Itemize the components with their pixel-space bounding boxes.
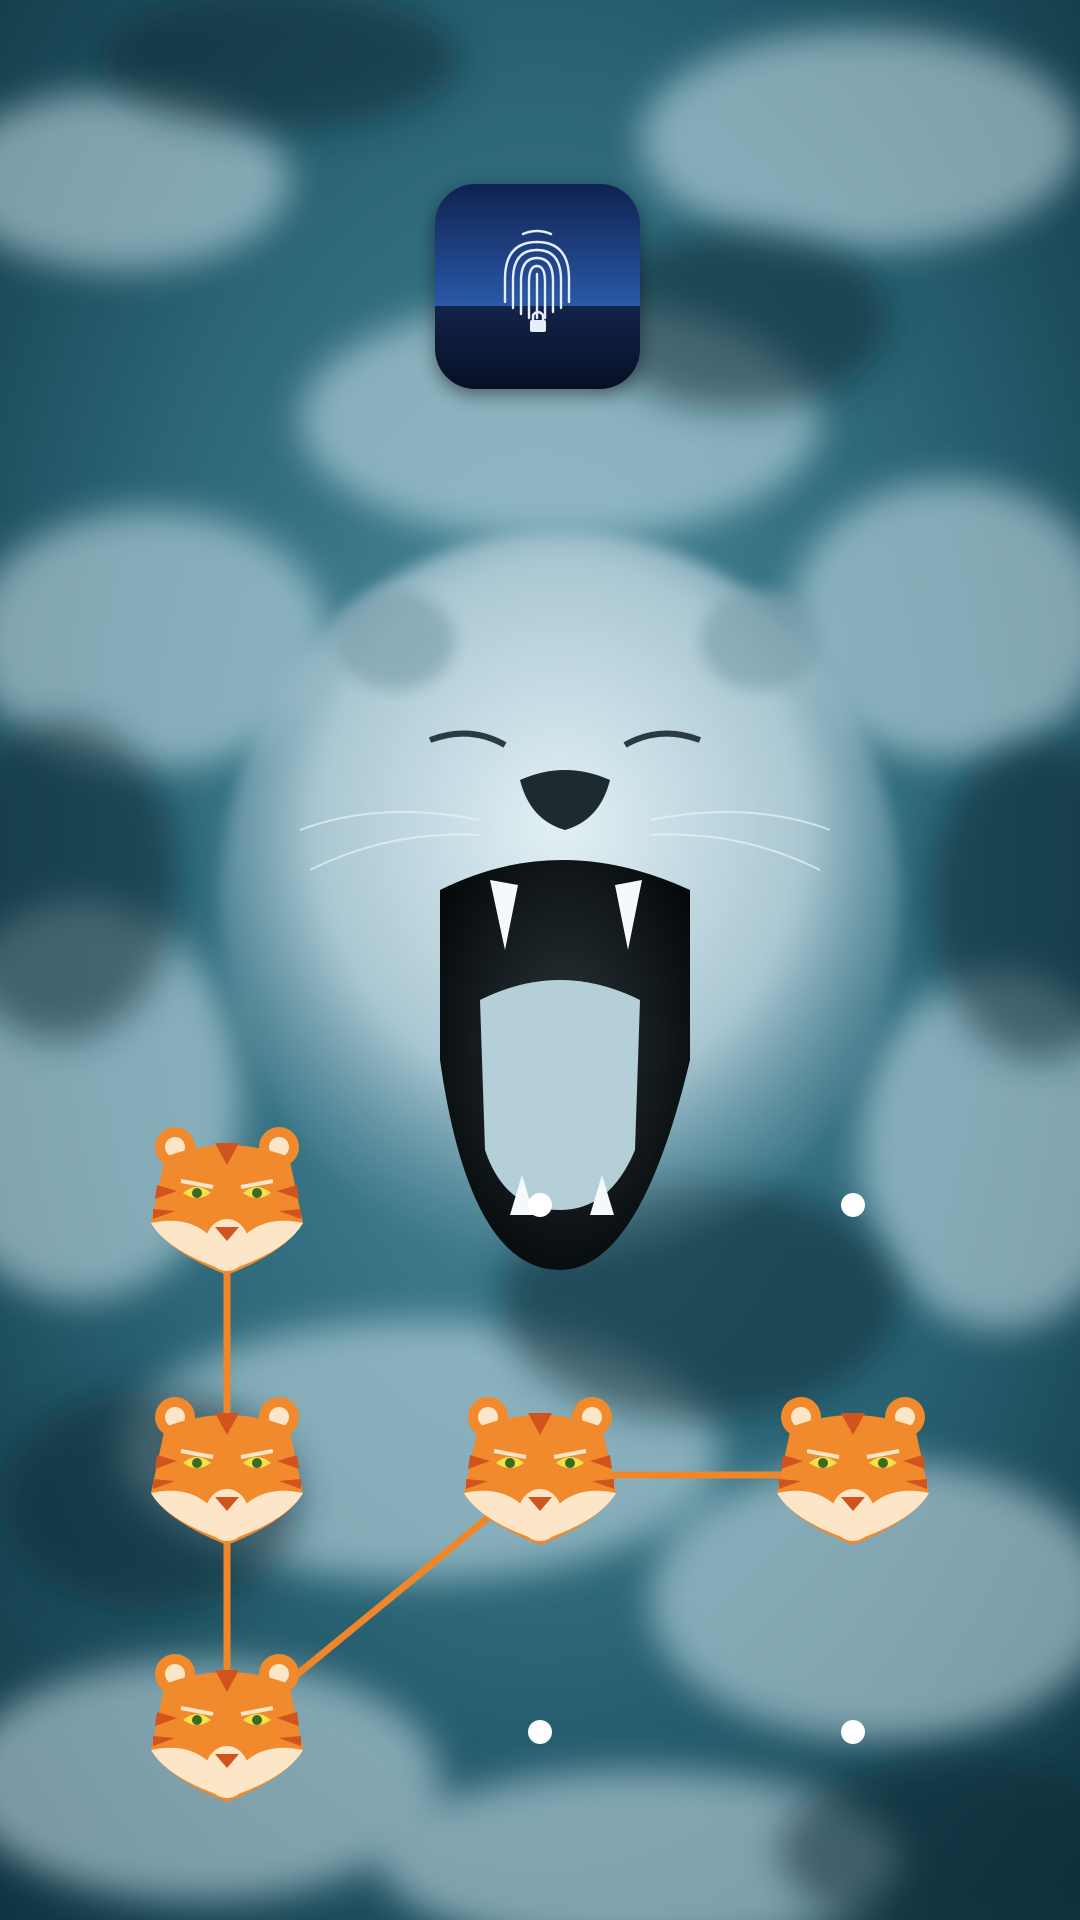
pattern-node-r1-c1[interactable] — [147, 1125, 307, 1285]
pattern-lock-grid — [147, 1125, 933, 1812]
pattern-node-r1-c3[interactable] — [773, 1125, 933, 1285]
pattern-dot — [528, 1193, 552, 1217]
pattern-dot — [841, 1193, 865, 1217]
pattern-node-r2-c3[interactable] — [773, 1395, 933, 1555]
pattern-nodes — [147, 1125, 933, 1812]
lock-screen — [0, 0, 1080, 1920]
pattern-node-r3-c1[interactable] — [147, 1652, 307, 1812]
pattern-node-r2-c1[interactable] — [147, 1395, 307, 1555]
pattern-node-r2-c2[interactable] — [460, 1395, 620, 1555]
pattern-node-r3-c2[interactable] — [460, 1652, 620, 1812]
pattern-node-r3-c3[interactable] — [773, 1652, 933, 1812]
pattern-node-r1-c2[interactable] — [460, 1125, 620, 1285]
pattern-dot — [528, 1720, 552, 1744]
pattern-dot — [841, 1720, 865, 1744]
